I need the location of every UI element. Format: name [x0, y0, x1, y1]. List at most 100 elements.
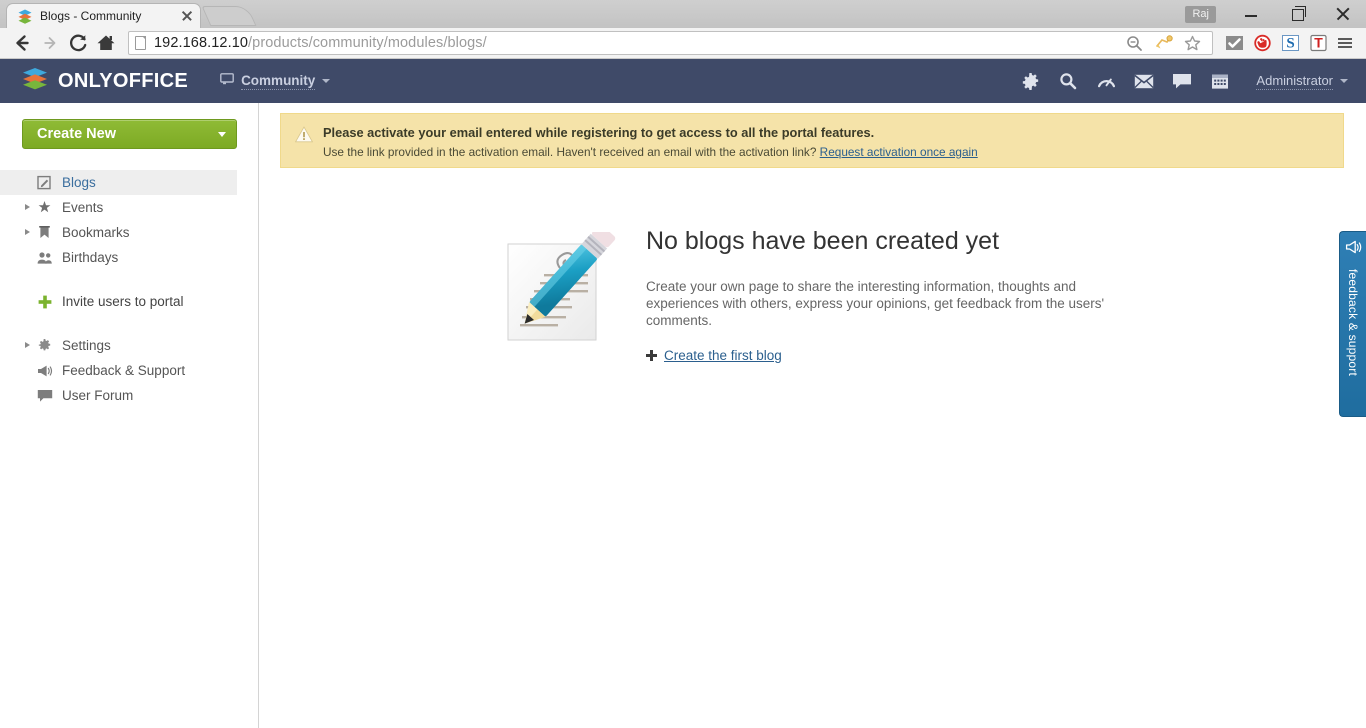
checkmark-extension-icon[interactable]	[1221, 30, 1248, 56]
window-minimize-button[interactable]	[1228, 0, 1274, 28]
url-host: 192.168.12.10	[154, 35, 249, 51]
plus-icon	[646, 350, 657, 361]
chevron-down-icon	[1340, 79, 1348, 83]
create-first-blog-link[interactable]: Create the first blog	[664, 348, 782, 363]
calendar-icon[interactable]	[1202, 66, 1238, 96]
sidebar-item-label: Events	[62, 200, 104, 215]
page-body: Create New Blogs Events Bookmarks Birthd…	[0, 103, 1366, 728]
page-info-icon	[135, 36, 146, 50]
feedback-support-tab[interactable]: feedback & support	[1339, 231, 1366, 417]
user-name: Administrator	[1256, 72, 1333, 90]
window-close-button[interactable]	[1320, 0, 1366, 28]
people-icon	[36, 251, 53, 265]
reload-icon[interactable]	[64, 29, 92, 57]
address-bar[interactable]: 192.168.12.10/products/community/modules…	[128, 31, 1213, 55]
browser-extensions: S T	[1221, 30, 1332, 56]
sidebar-item-feedback-support[interactable]: Feedback & Support	[0, 358, 258, 383]
svg-text:T: T	[1314, 35, 1323, 51]
product-selector[interactable]: Community	[220, 72, 331, 90]
sidebar-item-label: Invite users to portal	[62, 294, 184, 309]
logo-text: ONLYOFFICE	[58, 69, 189, 92]
page-title: No blogs have been created yet	[646, 227, 1000, 255]
browser-tab-title: Blogs - Community	[40, 9, 142, 23]
profile-chip[interactable]: Raj	[1185, 5, 1216, 23]
svg-text:S: S	[1286, 36, 1294, 52]
empty-state-description: Create your own page to share the intere…	[646, 279, 1105, 328]
sidebar-item-invite-users[interactable]: Invite users to portal	[0, 289, 258, 314]
expand-arrow-icon[interactable]	[25, 342, 30, 348]
bookmark-icon	[36, 225, 53, 240]
create-new-button[interactable]: Create New	[22, 119, 237, 149]
request-activation-link[interactable]: Request activation once again	[820, 145, 978, 159]
browser-tab-strip: Blogs - Community Raj	[0, 0, 1366, 28]
gauge-icon[interactable]	[1088, 66, 1124, 96]
events-star-icon	[36, 200, 53, 215]
sidebar-item-bookmarks[interactable]: Bookmarks	[0, 220, 258, 245]
sidebar-nav: Blogs Events Bookmarks Birthdays Invite …	[0, 170, 258, 408]
activation-alert-banner: Please activate your email entered while…	[280, 113, 1344, 168]
bookmark-manager-icon[interactable]	[1150, 30, 1177, 56]
alert-text-block: Please activate your email entered while…	[323, 125, 978, 159]
alert-title: Please activate your email entered while…	[323, 125, 875, 140]
sidebar-item-blogs[interactable]: Blogs	[0, 170, 237, 195]
sidebar: Create New Blogs Events Bookmarks Birthd…	[0, 103, 259, 728]
home-icon[interactable]	[92, 29, 120, 57]
empty-state-text: No blogs have been created yet Create yo…	[646, 226, 1116, 363]
chevron-down-icon	[322, 79, 331, 83]
alert-body-text: Use the link provided in the activation …	[323, 145, 817, 159]
sidebar-item-label: Feedback & Support	[62, 363, 186, 378]
speech-icon	[36, 389, 53, 403]
product-name: Community	[241, 72, 316, 90]
gear-icon	[36, 338, 53, 353]
search-icon[interactable]	[1050, 66, 1086, 96]
browser-toolbar: 192.168.12.10/products/community/modules…	[0, 28, 1366, 59]
window-maximize-button[interactable]	[1274, 0, 1320, 28]
mail-icon[interactable]	[1126, 66, 1162, 96]
star-icon[interactable]	[1179, 30, 1206, 56]
new-tab-button[interactable]	[201, 6, 257, 26]
sidebar-item-label: Blogs	[62, 175, 96, 190]
plus-icon	[36, 295, 53, 309]
chevron-down-icon	[218, 131, 226, 137]
t-extension-icon[interactable]: T	[1305, 30, 1332, 56]
chat-icon[interactable]	[1164, 66, 1200, 96]
s-extension-icon[interactable]: S	[1277, 30, 1304, 56]
blog-pencil-icon	[36, 175, 53, 190]
sidebar-item-events[interactable]: Events	[0, 195, 258, 220]
forward-arrow-icon[interactable]	[36, 29, 64, 57]
create-new-label: Create New	[37, 126, 116, 142]
user-menu[interactable]: Administrator	[1256, 73, 1348, 90]
pencil-document-icon	[482, 224, 634, 352]
header-actions: Administrator	[1012, 66, 1354, 96]
empty-state: No blogs have been created yet Create yo…	[259, 224, 1366, 363]
adblock-extension-icon[interactable]	[1249, 30, 1276, 56]
app-header: ONLYOFFICE Community Administrator	[0, 59, 1366, 103]
sidebar-item-settings[interactable]: Settings	[0, 333, 258, 358]
megaphone-icon	[36, 364, 53, 378]
sidebar-item-label: User Forum	[62, 388, 134, 403]
zoom-search-icon[interactable]	[1121, 30, 1148, 56]
browser-menu-icon[interactable]	[1332, 29, 1358, 57]
gear-icon[interactable]	[1012, 66, 1048, 96]
main-content: Please activate your email entered while…	[259, 103, 1366, 728]
onlyoffice-layers-icon	[17, 8, 33, 24]
feedback-support-label: feedback & support	[1346, 269, 1360, 377]
sidebar-item-user-forum[interactable]: User Forum	[0, 383, 258, 408]
create-first-blog-row[interactable]: Create the first blog	[646, 348, 1116, 363]
onlyoffice-logo[interactable]: ONLYOFFICE	[22, 67, 188, 96]
tab-close-icon[interactable]	[180, 9, 194, 23]
sidebar-item-label: Birthdays	[62, 250, 119, 265]
monitor-icon	[220, 72, 234, 90]
warning-triangle-icon	[294, 126, 314, 156]
expand-arrow-icon[interactable]	[25, 229, 30, 235]
sidebar-item-label: Settings	[62, 338, 111, 353]
sidebar-item-label: Bookmarks	[62, 225, 130, 240]
window-controls: Raj	[1185, 0, 1366, 28]
sidebar-item-birthdays[interactable]: Birthdays	[0, 245, 258, 270]
onlyoffice-layers-icon	[22, 67, 48, 96]
browser-tab[interactable]: Blogs - Community	[6, 3, 201, 28]
expand-arrow-icon[interactable]	[25, 204, 30, 210]
megaphone-icon	[1345, 240, 1362, 260]
back-arrow-icon[interactable]	[8, 29, 36, 57]
